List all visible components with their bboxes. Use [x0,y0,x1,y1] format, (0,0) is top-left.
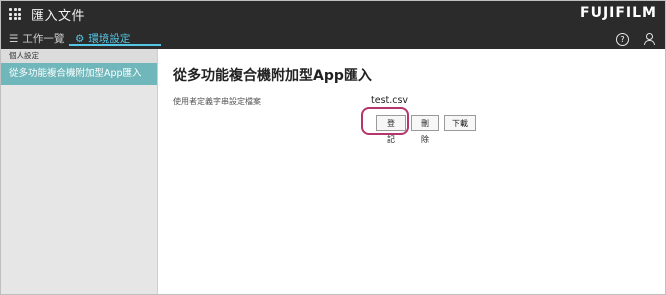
tab-label: 工作一覽 [22,33,65,45]
main-content: 從多功能複合機附加型App匯入 使用者定義字串設定檔案 test.csv 登記 … [158,49,665,294]
tab-job-list[interactable]: ☰ 工作一覽 [9,31,64,47]
delete-button[interactable]: 刪除 [411,115,439,144]
sidebar: 個人設定 從多功能複合機附加型App匯入 [1,49,158,294]
register-button[interactable]: 登記 [376,115,406,144]
app-grid-icon[interactable] [9,8,21,20]
sidebar-section-label: 個人設定 [1,49,157,63]
list-icon: ☰ [9,33,19,45]
file-name-value: test.csv [371,95,409,106]
top-bar: 匯入文件 FUJIFILM ☰ 工作一覽 ⚙ 環境設定 ? [1,1,665,49]
sidebar-item-mfp-app-import[interactable]: 從多功能複合機附加型App匯入 [1,63,157,85]
brand-logo: FUJIFILM [580,5,657,21]
app-window: 匯入文件 FUJIFILM ☰ 工作一覽 ⚙ 環境設定 ? 個人設定 從多功能複合機… [0,0,666,295]
user-icon[interactable] [643,33,655,46]
field-label: 使用者定義字串設定檔案 [173,97,261,106]
page-title: 從多功能複合機附加型App匯入 [173,68,372,84]
active-tab-indicator [69,44,161,46]
download-button[interactable]: 下載 [444,115,476,131]
help-icon[interactable]: ? [616,33,629,46]
app-title: 匯入文件 [31,9,86,24]
